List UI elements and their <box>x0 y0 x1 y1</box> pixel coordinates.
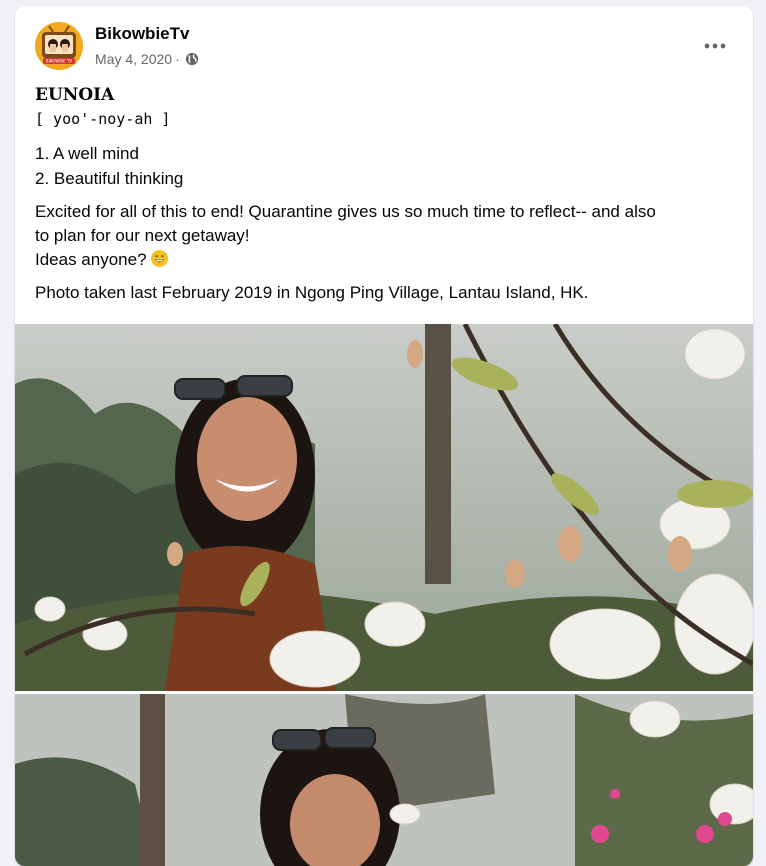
avatar-logo-text: BIKOWBIE TV <box>46 59 73 64</box>
grinning-sweat-emoji-icon <box>150 249 168 268</box>
avatar[interactable]: BIKOWBIE TV <box>35 22 83 70</box>
more-options-button[interactable] <box>697 28 733 64</box>
date-separator: · <box>175 51 180 67</box>
definition-item: 2. Beautiful thinking <box>35 169 184 188</box>
ideas-text: Ideas anyone? <box>35 250 147 269</box>
paragraph-line: Excited for all of this to end! Quaranti… <box>35 202 656 221</box>
photo-woman-magnolia-1[interactable] <box>15 324 753 691</box>
post-title: EUNOIA <box>35 85 115 105</box>
post-header: BIKOWBIE TV BikowbieTv May 4, 2020 · <box>15 6 753 86</box>
tv-avatar-icon: BIKOWBIE TV <box>35 22 83 70</box>
post-paragraph: Excited for all of this to end! Quaranti… <box>35 200 735 272</box>
definition-list: 1. A well mind 2. Beautiful thinking <box>35 141 735 191</box>
globe-icon[interactable] <box>185 52 199 66</box>
post-text: EUNOIA [ yoo'-noy-ah ] 1. A well mind 2.… <box>35 84 735 305</box>
page-name[interactable]: BikowbieTv <box>95 24 189 44</box>
paragraph-line: to plan for our next getaway! <box>35 226 250 245</box>
paragraph-line-ideas: Ideas anyone? <box>35 248 735 272</box>
photo-image <box>15 324 753 691</box>
post-card: BIKOWBIE TV BikowbieTv May 4, 2020 · EUN… <box>15 6 753 866</box>
photo-image <box>15 694 753 866</box>
pronunciation: [ yoo'-noy-ah ] <box>35 110 171 128</box>
photo-woman-magnolia-2[interactable] <box>15 694 753 866</box>
post-meta: May 4, 2020 · <box>95 51 199 67</box>
photo-caption: Photo taken last February 2019 in Ngong … <box>35 283 589 302</box>
more-options-icon <box>704 43 726 49</box>
definition-item: 1. A well mind <box>35 144 139 163</box>
post-date[interactable]: May 4, 2020 <box>95 51 172 67</box>
